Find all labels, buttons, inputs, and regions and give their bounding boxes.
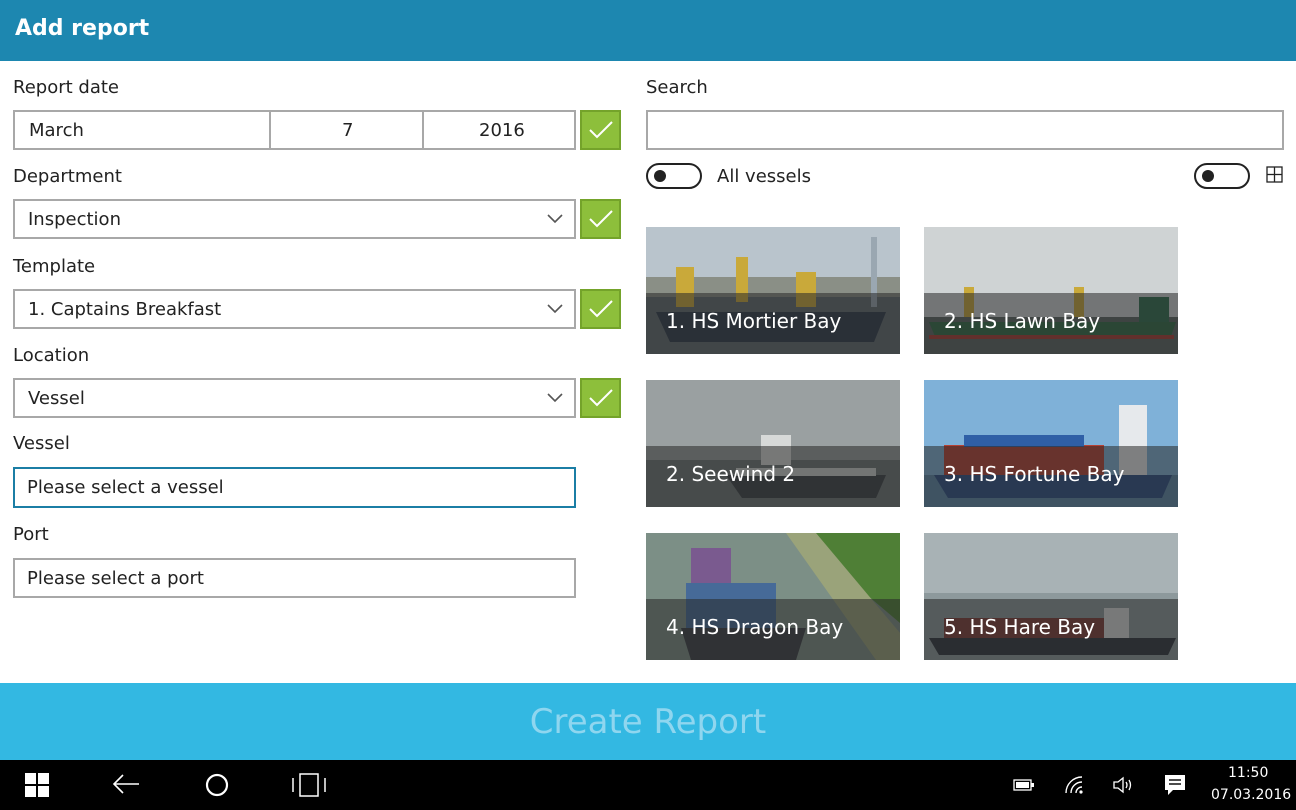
date-day[interactable]: 7 [342,112,353,148]
date-divider [422,112,424,148]
vessel-tile[interactable]: 4. HS Dragon Bay [646,533,900,660]
chevron-down-icon [547,393,563,403]
vessel-tile[interactable]: 5. HS Hare Bay [924,533,1178,660]
port-input[interactable]: Please select a port [13,558,576,598]
notification-icon[interactable] [1164,774,1186,796]
chevron-down-icon [547,214,563,224]
search-label: Search [646,77,708,98]
vessel-tile[interactable]: 1. HS Mortier Bay [646,227,900,354]
confirm-template-button[interactable] [580,289,621,329]
create-report-label: Create Report [529,701,767,742]
volume-icon[interactable] [1112,775,1134,795]
page-title: Add report [15,16,150,41]
back-arrow-icon[interactable] [112,773,140,795]
date-month[interactable]: March [29,112,84,148]
search-input[interactable] [646,110,1284,150]
check-icon [588,121,613,139]
template-value: 1. Captains Breakfast [28,298,222,320]
task-view-icon[interactable] [291,772,327,798]
vessel-tile[interactable]: 2. Seewind 2 [646,380,900,507]
create-report-button[interactable]: Create Report [0,683,1296,760]
all-vessels-label: All vessels [717,166,811,187]
location-label: Location [13,345,90,366]
confirm-location-button[interactable] [580,378,621,418]
all-vessels-toggle[interactable] [646,163,702,189]
vessel-placeholder: Please select a vessel [27,477,224,498]
vessel-tile-label: 2. HS Lawn Bay [944,309,1101,333]
port-placeholder: Please select a port [27,567,204,589]
vessel-input[interactable]: Please select a vessel [13,467,576,508]
date-divider [269,112,271,148]
grid-view-icon[interactable] [1266,166,1283,183]
vessel-tile[interactable]: 3. HS Fortune Bay [924,380,1178,507]
vessel-tile-label: 5. HS Hare Bay [944,615,1096,639]
search-circle-icon[interactable] [204,772,230,798]
department-value: Inspection [28,208,121,230]
wifi-icon[interactable] [1064,775,1084,795]
date-year[interactable]: 2016 [479,112,525,148]
location-value: Vessel [28,387,85,409]
confirm-department-button[interactable] [580,199,621,239]
template-label: Template [13,256,96,277]
vessel-tile-label: 3. HS Fortune Bay [944,462,1125,486]
department-label: Department [13,166,122,187]
report-date-picker[interactable]: March 7 2016 [13,110,576,150]
windows-start-icon[interactable] [24,772,50,798]
toggle-knob [654,170,666,182]
grid-view-toggle[interactable] [1194,163,1250,189]
vessel-tile-label: 2. Seewind 2 [666,462,796,486]
system-taskbar [0,760,1296,810]
vessel-tile[interactable]: 2. HS Lawn Bay [924,227,1178,354]
check-icon [588,210,613,228]
check-icon [588,300,613,318]
app-header: Add report [0,0,1296,61]
clock-date[interactable]: 07.03.2016 [1211,787,1291,803]
chevron-down-icon [547,304,563,314]
clock-time[interactable]: 11:50 [1228,765,1268,781]
vessel-tile-label: 1. HS Mortier Bay [666,309,842,333]
location-select[interactable]: Vessel [13,378,576,418]
vessel-label: Vessel [13,433,70,454]
template-select[interactable]: 1. Captains Breakfast [13,289,576,329]
department-select[interactable]: Inspection [13,199,576,239]
vessel-tile-label: 4. HS Dragon Bay [666,615,844,639]
toggle-knob [1202,170,1214,182]
report-date-label: Report date [13,77,119,98]
check-icon [588,389,613,407]
battery-icon[interactable] [1013,778,1035,792]
confirm-date-button[interactable] [580,110,621,150]
port-label: Port [13,524,49,545]
